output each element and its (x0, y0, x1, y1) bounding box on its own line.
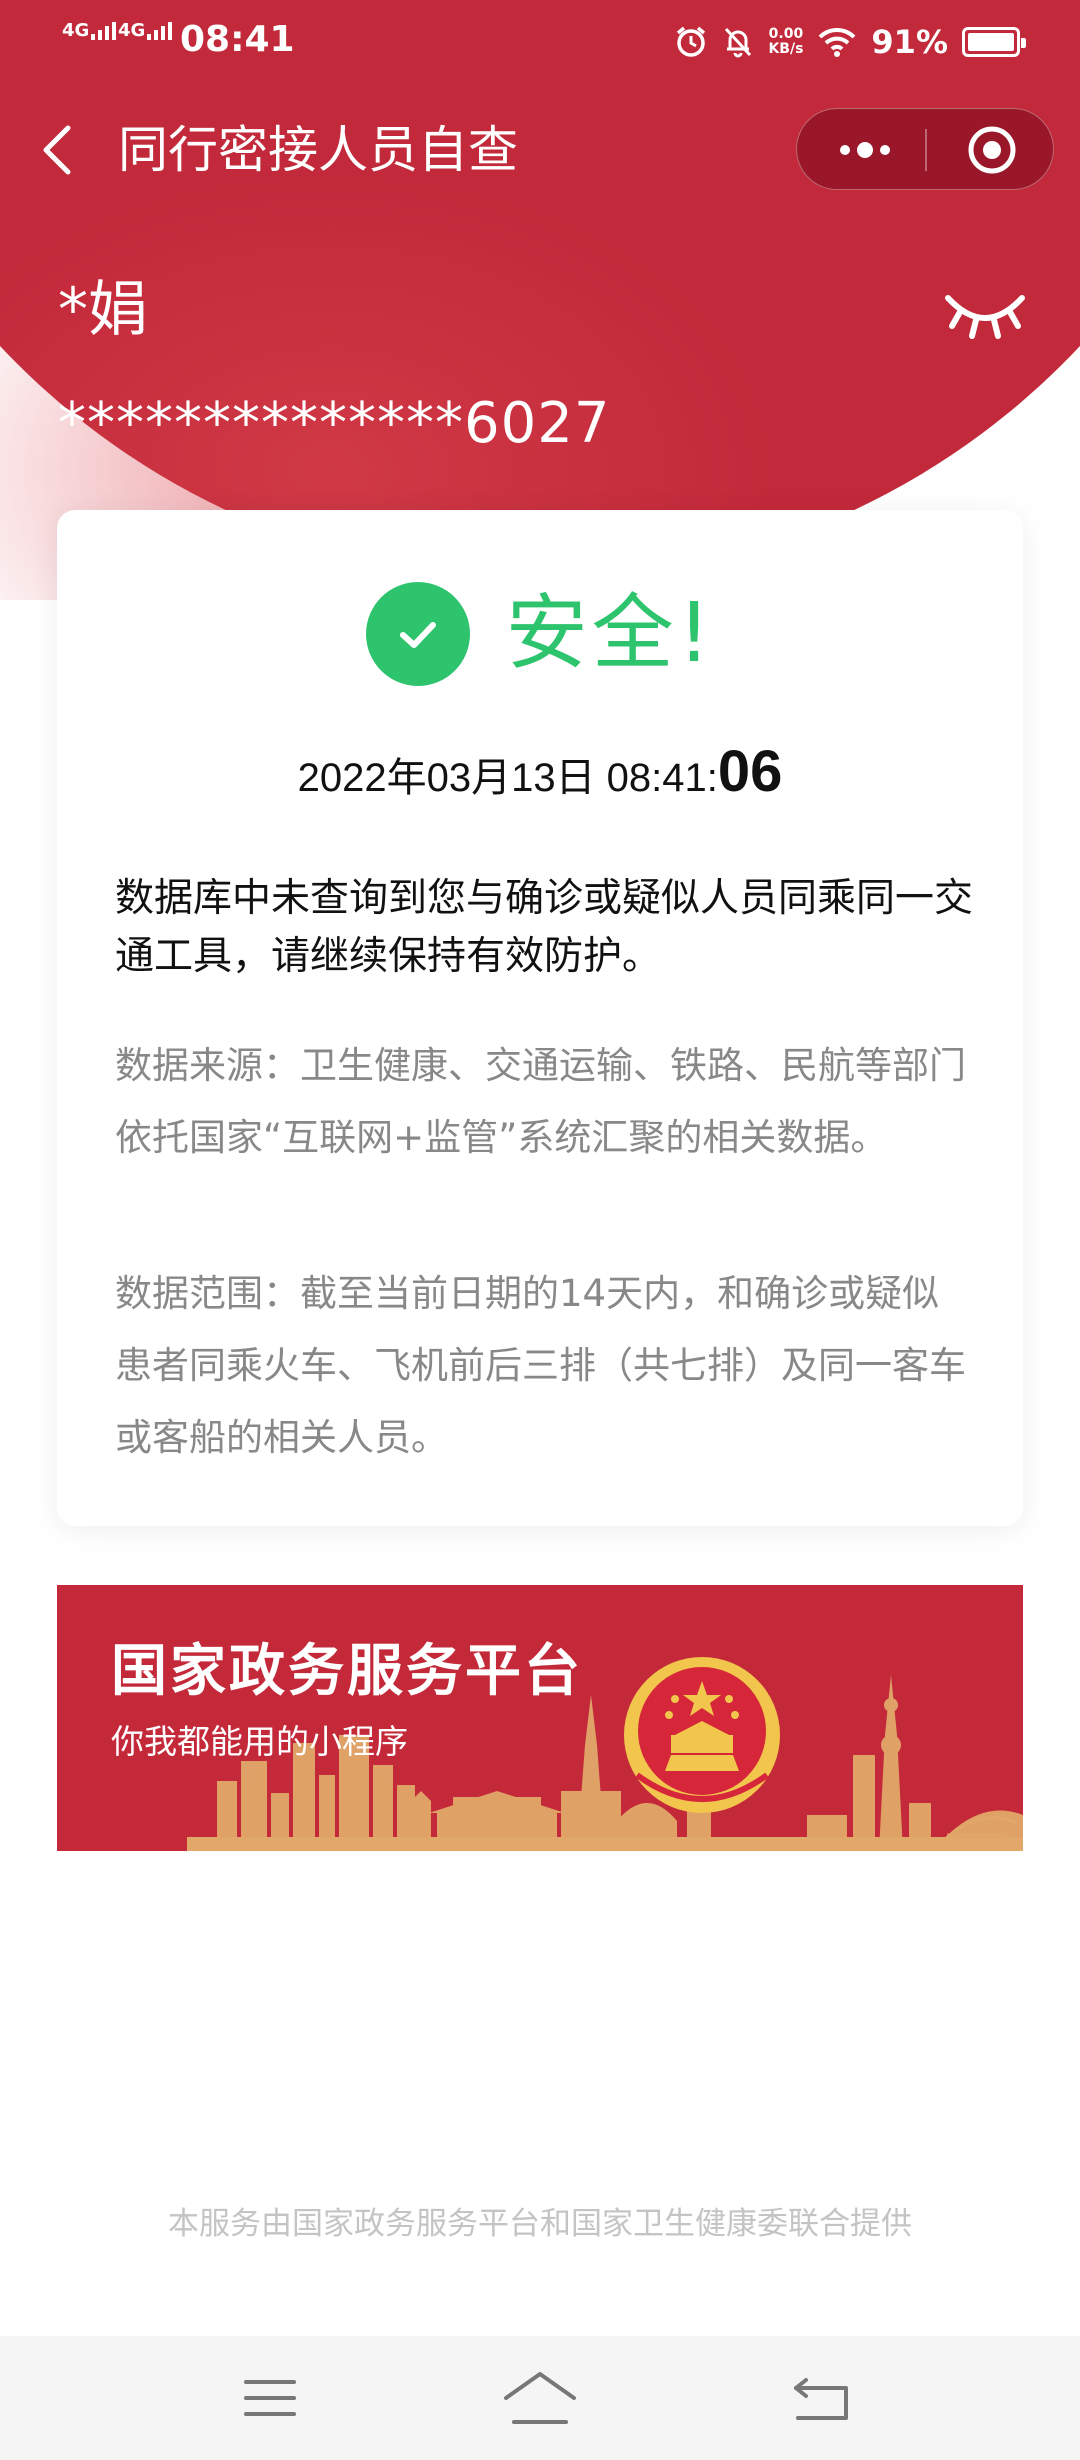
signal-bars-icon (147, 22, 173, 40)
chevron-left-icon[interactable] (38, 122, 78, 178)
net-speed-value: 0.00 (768, 26, 804, 42)
status-time: 08:41 (180, 19, 295, 60)
gov-platform-banner[interactable]: 国家政务服务平台 你我都能用的小程序 (57, 1585, 1023, 1851)
timestamp-main: 2022年03月13日 08:41: (297, 756, 718, 800)
city-skyline-illustration (187, 1657, 1023, 1851)
battery-icon (962, 27, 1026, 57)
safe-status-row: 安全! (57, 572, 1023, 696)
data-scope-text: 数据范围：截至当前日期的14天内，和确诊或疑似患者同乘火车、飞机前后三排（共七排… (115, 1272, 966, 1459)
net-speed: 0.00 KB/s (768, 27, 803, 57)
banner-title: 国家政务服务平台 (111, 1639, 583, 1704)
page-title: 同行密接人员自查 (118, 121, 518, 179)
timestamp-seconds: 06 (717, 739, 783, 804)
service-provider-note: 本服务由国家政务服务平台和国家卫生健康委联合提供 (168, 2206, 912, 2242)
system-navigation-bar (0, 2336, 1080, 2460)
result-card: 安全! 2022年03月13日 08:41:06 数据库中未查询到您与确诊或疑似… (57, 510, 1023, 1526)
capsule-divider (925, 129, 927, 171)
checkmark-glyph (399, 622, 436, 648)
signal-indicator-2: 4G (118, 20, 173, 41)
banner-subtitle: 你我都能用的小程序 (111, 1722, 408, 1761)
net-speed-unit: KB/s (768, 41, 804, 57)
home-icon[interactable] (500, 2366, 580, 2430)
check-timestamp: 2022年03月13日 08:41:06 (57, 738, 1023, 805)
mute-bell-icon (725, 27, 752, 58)
user-id-number: **************6027 (58, 391, 611, 456)
wifi-icon (818, 27, 856, 57)
signal-indicator-1: 4G (62, 20, 117, 41)
return-icon[interactable] (784, 2366, 864, 2430)
mini-program-capsule (796, 108, 1054, 190)
status-icons: 0.00 KB/s 91% (674, 20, 1026, 64)
network-type-label: 4G (62, 20, 90, 41)
signal-bars-icon (91, 22, 117, 40)
status-bar: 4G 4G 08:41 0.00 KB/s 91% (0, 0, 1080, 80)
eye-closed-icon[interactable] (940, 280, 1030, 340)
alarm-icon (677, 26, 706, 57)
result-message: 数据库中未查询到您与确诊或疑似人员同乘同一交通工具，请继续保持有效防护。 (115, 876, 974, 979)
menu-icon[interactable] (230, 2366, 310, 2430)
target-circle-icon[interactable] (947, 119, 1037, 181)
more-dots-icon[interactable] (817, 119, 913, 181)
safe-status-text: 安全! (505, 586, 715, 681)
national-emblem-icon (624, 1657, 780, 1813)
check-icon (365, 582, 470, 686)
network-type-label: 4G (118, 20, 146, 41)
data-source-text: 数据来源：卫生健康、交通运输、铁路、民航等部门依托国家“互联网+监管”系统汇聚的… (115, 1044, 966, 1159)
user-name: *娟 (58, 275, 148, 345)
battery-percent: 91% (871, 23, 948, 61)
